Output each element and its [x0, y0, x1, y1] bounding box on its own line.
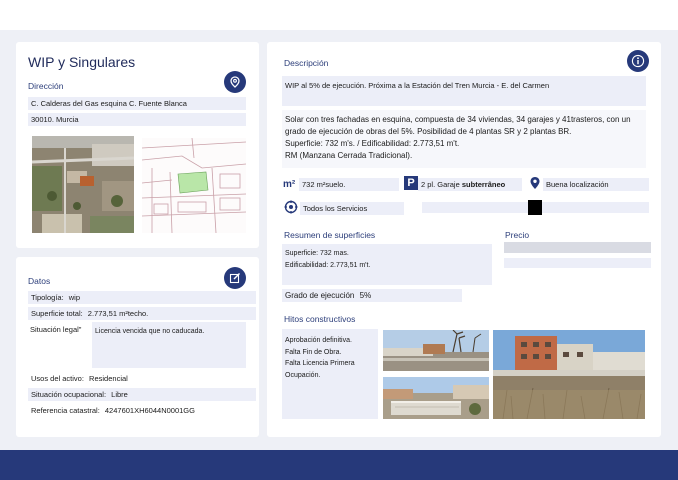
datos-label: Datos [28, 276, 51, 286]
page-title: WIP y Singulares [28, 54, 136, 70]
location-feature: Buena localización [543, 178, 649, 191]
description-card: Descripción WIP al 5% de ejecución. Próx… [267, 42, 661, 437]
grado-row: Grado de ejecución 5% [282, 289, 462, 302]
catastral-row: Referencia catastral: 4247601XH6044N0001… [28, 404, 256, 417]
usos-label: Usos del activo: [31, 374, 84, 383]
long-description-3: RM (Manzana Cerrada Tradicional). [285, 151, 413, 160]
resumen-line-2: Edificabilidad: 2.773,51 m't. [285, 262, 371, 269]
situacion-box: Licencia vencida que no caducada. [92, 322, 246, 368]
info-button[interactable] [627, 50, 649, 72]
precio-bar-2 [504, 258, 651, 268]
precio-bar-1 [504, 242, 651, 253]
parking-bold: subterrâneo [461, 180, 506, 189]
top-bar [0, 0, 678, 30]
hitos-line-4: Ocupación. [285, 371, 321, 379]
descripcion-label: Descripción [284, 58, 329, 68]
address-line-1: C. Calderas del Gas esquina C. Fuente Bl… [28, 97, 246, 110]
hitos-line-3: Falta Licencia Primera [285, 360, 355, 367]
edit-icon [229, 273, 240, 284]
catastral-label: Referencia catastral: [31, 406, 100, 415]
datos-card: Datos Tipología: wip Superficie total: 2… [16, 257, 259, 437]
short-description: WIP al 5% de ejecución. Próxima a la Est… [285, 81, 550, 90]
tipologia-label: Tipología: [31, 293, 64, 302]
hitos-line-2: Falta Fin de Obra. [285, 348, 342, 356]
site-photo-2 [383, 377, 489, 419]
cadastral-plan [142, 138, 246, 233]
resumen-line-1: Superficie: 732 mas. [285, 250, 349, 257]
tipologia-row: Tipología: wip [28, 291, 256, 304]
ocupacional-label: Situación ocupacional: [31, 390, 107, 399]
address-line-2: 30010. Murcia [28, 113, 246, 126]
black-marker [528, 200, 542, 215]
grado-label: Grado de ejecución [285, 291, 355, 300]
site-photo-3 [493, 330, 645, 419]
grado-value: 5% [359, 291, 372, 300]
long-description-2: Superficie: 732 m's. / Edificabilidad: 2… [285, 139, 460, 148]
precio-label: Precio [505, 230, 530, 240]
catastral-value: 4247601XH6044N0001GG [104, 406, 195, 415]
hitos-label: Hitos constructivos [284, 314, 356, 324]
location-feature-icon [530, 177, 540, 189]
aerial-photo [32, 136, 134, 233]
location-pin-icon [230, 76, 240, 88]
short-description-box: WIP al 5% de ejecución. Próxima a la Est… [282, 76, 646, 106]
location-button[interactable] [224, 71, 246, 93]
usos-value: Residencial [89, 374, 128, 383]
superficie-value: 2.773,51 m²techo. [87, 309, 149, 318]
direccion-label: Dirección [28, 81, 64, 91]
parking-text: 2 pl. Garaje [421, 180, 460, 189]
superficie-row: Superficie total: 2.773,51 m²techo. [28, 307, 256, 320]
ocupacional-value: Libre [111, 390, 128, 399]
m2-icon: m² [283, 179, 296, 190]
hitos-line-1: Aprobación definitiva. [285, 337, 352, 344]
services-feature: Todos los Servicios [300, 202, 404, 215]
footer-bar [0, 450, 678, 480]
hitos-box: Aprobación definitiva. Falta Fin de Obra… [282, 329, 378, 419]
parking-feature: 2 pl. Garaje subterrâneo [418, 178, 522, 191]
m2-feature: 732 m²suelo. [299, 178, 399, 191]
edit-button[interactable] [224, 267, 246, 289]
resumen-label: Resumen de superficies [284, 230, 376, 240]
long-description-box: Solar con tres fachadas en esquina, comp… [282, 110, 646, 168]
situacion-label: Situación legal" [30, 325, 82, 334]
tipologia-value: wip [68, 293, 81, 302]
superficie-label: Superficie total: [31, 309, 83, 318]
location-card: WIP y Singulares Dirección C. Calderas d… [16, 42, 259, 248]
services-icon [284, 200, 298, 214]
usos-row: Usos del activo: Residencial [28, 372, 256, 385]
long-description-1: Solar con tres fachadas en esquina, comp… [285, 115, 631, 136]
site-photo-1 [383, 330, 489, 371]
parking-icon: P [404, 176, 418, 190]
info-icon [631, 54, 645, 68]
situacion-value: Licencia vencida que no caducada. [95, 328, 205, 335]
resumen-box: Superficie: 732 mas. Edificabilidad: 2.7… [282, 244, 492, 285]
ocupacional-row: Situación ocupacional: Libre [28, 388, 256, 401]
